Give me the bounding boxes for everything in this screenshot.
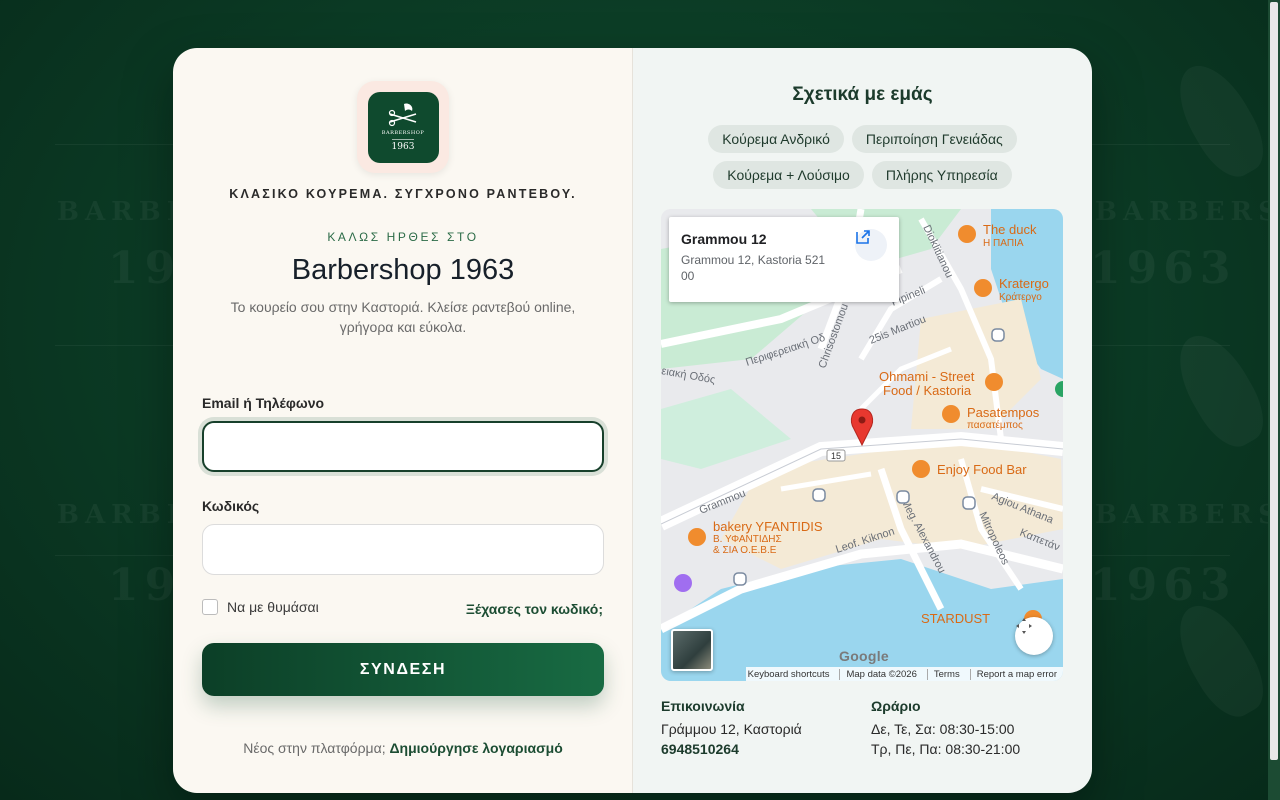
poi-label: πασατέμπος [967,419,1023,431]
place-address: Grammou 12, Kastoria 521 00 [681,253,826,283]
about-title: Σχετικά με εμάς [792,84,933,105]
contact-address: Γράμμου 12, Καστοριά [661,721,802,737]
contact-title: Επικοινωνία [661,698,745,714]
signup-row: Νέος στην πλατφόρμα; Δημιούργησε λογαρια… [173,740,633,756]
email-input[interactable] [202,421,604,472]
fullscreen-button[interactable] [1015,617,1053,655]
service-chip: Κούρεμα Ανδρικό [708,125,844,153]
satellite-toggle[interactable] [671,629,713,671]
service-chip: Πλήρης Υπηρεσία [871,161,1012,189]
bg-watermark-brand: BARBERSHOP [1095,500,1280,530]
logo-year-text: 1963 [391,139,415,152]
poi-label: Enjoy Food Bar [937,462,1027,477]
hours-line: Τρ, Πε, Πα: 08:30-21:00 [871,741,1021,757]
signup-link[interactable]: Δημιούργησε λογαριασμό [389,740,562,756]
google-logo: Google [839,648,890,664]
logo-frame: BARBERSHOP 1963 [357,81,449,173]
poi-label: STARDUST [921,611,990,626]
keyboard-shortcuts-link[interactable]: Keyboard shortcuts [748,669,830,680]
poi-label: Β. ΥΦΑΝΤΙΔΗΣ [713,534,782,545]
login-panel: BARBERSHOP 1963 ΚΛΑΣΙΚΟ ΚΟΥΡΕΜΑ. ΣΥΓΧΡΟΝ… [173,48,633,793]
bg-mustache-shape [1164,593,1276,727]
remember-me[interactable]: Να με θυμάσαι [202,599,319,615]
map-data-text: Map data ©2026 [839,668,917,680]
password-input[interactable] [202,524,604,575]
page-scrollbar[interactable] [1268,0,1280,800]
fullscreen-icon [1016,618,1032,634]
poi-label: Κράτεργο [999,291,1042,303]
barbershop-logo: BARBERSHOP 1963 [367,91,439,163]
welcome-text: ΚΑΛΩΣ ΗΡΘΕΣ ΣΤΟ [327,230,479,244]
service-chip: Περιποίηση Γενειάδας [851,125,1017,153]
bg-watermark-brand: BARBERSHOP [1095,197,1280,227]
poi-label: Ohmami - Street [879,369,975,384]
route-label: 15 [831,451,841,461]
poi-label: Η ΠΑΠΙΑ [983,238,1024,249]
hours-title: Ωράριο [871,698,921,714]
signup-prompt: Νέος στην πλατφόρμα; [243,740,386,756]
forgot-password-link[interactable]: Ξέχασες τον κωδικό; [466,601,603,617]
map-footer: Keyboard shortcuts Map data ©2026 Terms … [746,667,1063,681]
logo-brand-text: BARBERSHOP [381,130,425,136]
map-place-card: Grammou 12 Grammou 12, Kastoria 521 00 [669,217,899,302]
report-error-link[interactable]: Report a map error [969,668,1057,680]
login-button[interactable]: ΣΥΝΔΕΣΗ [202,643,604,696]
bg-watermark-year: 1963 [1090,560,1237,611]
poi-label: Food / Kastoria [883,383,972,398]
scissors-razor-icon [388,103,417,127]
terms-link[interactable]: Terms [926,668,960,680]
open-external-icon [856,230,870,244]
contact-phone[interactable]: 6948510264 [661,741,802,757]
password-label: Κωδικός [202,498,260,514]
tagline: ΚΛΑΣΙΚΟ ΚΟΥΡΕΜΑ. ΣΥΓΧΡΟΝΟ ΡΑΝΤΕΒΟΥ. [229,187,577,201]
services-list: Κούρεμα Ανδρικό Περιποίηση Γενειάδας Κού… [633,125,1092,189]
bg-mustache-shape [1164,323,1276,457]
poi-label: The duck [983,222,1037,237]
bg-mustache-shape [1164,53,1276,187]
google-map[interactable]: 15 Περιφερειακή Οδ ειακή Οδός Chrisostom… [661,209,1063,681]
remember-checkbox[interactable] [202,599,218,615]
poi-label: Kratergo [999,276,1049,291]
poi-label: bakery YFANTIDIS [713,519,823,534]
poi-marker[interactable] [674,574,692,592]
hours-line: Δε, Τε, Σα: 08:30-15:00 [871,721,1015,737]
scrollbar-thumb[interactable] [1270,2,1278,760]
remember-label: Να με θυμάσαι [227,599,319,615]
bg-watermark-year: 1963 [1090,243,1237,294]
email-label: Email ή Τηλέφωνο [202,395,325,411]
hours-section: Ωράριο Δε, Τε, Σα: 08:30-15:00 Τρ, Πε, Π… [871,698,1020,757]
login-card: BARBERSHOP 1963 ΚΛΑΣΙΚΟ ΚΟΥΡΕΜΑ. ΣΥΓΧΡΟΝ… [173,48,1092,793]
service-chip: Κούρεμα + Λούσιμο [713,161,864,189]
open-in-maps-button[interactable] [855,229,887,261]
about-panel: Σχετικά με εμάς Κούρεμα Ανδρικό Περιποίη… [633,48,1092,793]
poi-label: & ΣΙΑ Ο.Ε.Β.Ε [713,545,777,556]
contact-section: Επικοινωνία Γράμμου 12, Καστοριά 6948510… [661,698,802,757]
page-description: Το κουρείο σου στην Καστοριά. Κλείσε ραν… [230,299,576,335]
poi-label: Pasatempos [967,405,1040,420]
page-title: Barbershop 1963 [291,254,515,286]
